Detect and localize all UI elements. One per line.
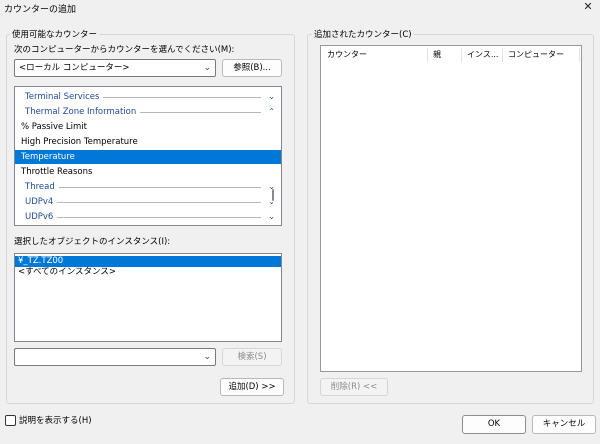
counter-label: Temperature [21,152,75,162]
counter-label: High Precision Temperature [21,137,138,147]
counter-list[interactable]: Terminal Services ⌄ Thermal Zone Informati… [14,86,282,226]
remove-button[interactable]: 削除(R) << [320,378,388,396]
counter-label: Thermal Zone Information [25,107,137,117]
column-header[interactable]: カウンター [323,46,367,64]
chevron-down-icon[interactable]: ⌄ [268,90,275,104]
search-select[interactable]: ⌄ [14,348,216,366]
show-description-label[interactable]: 説明を表示する(H) [19,414,92,426]
added-counters-label: 追加されたカウンター(C) [312,28,414,40]
cancel-button[interactable]: キャンセル [532,415,596,434]
search-button[interactable]: 検索(S) [222,348,282,366]
column-divider [579,48,580,62]
counter-label: UDPv6 [25,212,54,222]
counter-category[interactable]: UDPv4 ⌄ [15,195,281,209]
counter-item[interactable]: Temperature [15,150,281,164]
counter-label: Terminal Services [25,92,100,102]
column-divider [502,48,503,62]
counter-label: Thread [25,182,55,192]
window-title: カウンターの追加 [4,5,77,15]
column-header[interactable]: 親 [429,46,441,64]
column-header[interactable]: コンピューター [504,46,564,64]
column-header[interactable]: インス... [463,46,498,64]
counter-category[interactable]: Terminal Services ⌄ [15,90,281,104]
counter-list-scrollbar[interactable] [272,189,274,201]
computer-select-value: <ローカル コンピューター> [19,63,130,73]
counter-category[interactable]: Thread ⌄ [15,180,281,194]
show-description-checkbox[interactable] [5,415,16,426]
category-divider [57,217,261,218]
instances-label: 選択したオブジェクトのインスタンス(I): [14,237,171,247]
added-counters-table[interactable]: カウンター 親 インス... コンピューター [320,45,582,372]
instance-item[interactable]: <すべてのインスタンス> [15,267,281,278]
close-icon[interactable]: ✕ [580,0,596,14]
ok-button[interactable]: OK [462,415,526,434]
counter-label: % Passive Limit [21,122,87,132]
counter-label: Throttle Reasons [21,167,93,177]
category-divider [57,202,261,203]
category-divider [59,187,261,188]
available-counters-label: 使用可能なカウンター [10,28,100,40]
counter-item[interactable]: High Precision Temperature [15,135,281,149]
instance-label: <すべてのインスタンス> [18,267,116,277]
counter-item[interactable]: Throttle Reasons [15,165,281,179]
counter-item[interactable]: % Passive Limit [15,120,281,134]
instance-label: ¥_TZ.TZ00 [18,256,64,266]
counter-category[interactable]: Thermal Zone Information ⌃ [15,105,281,119]
browse-button[interactable]: 参照(B)... [222,59,282,77]
category-divider [140,112,261,113]
chevron-down-icon[interactable]: ⌄ [268,210,275,224]
instance-list[interactable]: ¥_TZ.TZ00 <すべてのインスタンス> [14,253,282,342]
chevron-up-icon[interactable]: ⌃ [268,105,275,119]
instance-item[interactable]: ¥_TZ.TZ00 [15,256,281,267]
add-button[interactable]: 追加(D) >> [220,378,284,396]
computer-select[interactable]: <ローカル コンピューター> ⌄ [14,59,216,77]
category-divider [103,97,261,98]
column-divider [461,48,462,62]
counter-category[interactable]: UDPv6 ⌄ [15,210,281,224]
column-divider [427,48,428,62]
counter-label: UDPv4 [25,197,54,207]
computer-prompt: 次のコンピューターからカウンターを選んでください(M): [14,45,235,55]
chevron-down-icon: ⌄ [203,63,211,73]
chevron-down-icon: ⌄ [203,352,211,362]
